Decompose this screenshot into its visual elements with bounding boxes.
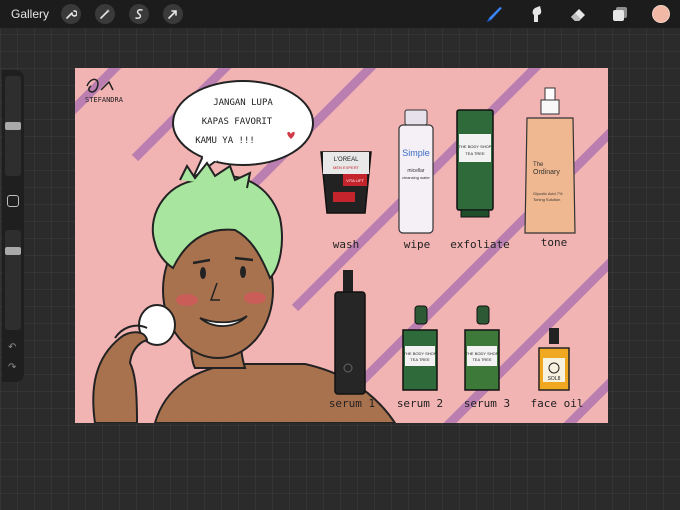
label-exfoliate: exfoliate [450, 238, 510, 251]
speech-bubble: JANGAN LUPA KAPAS FAVORIT KAMU YA !!! [172, 80, 314, 179]
selection-icon[interactable] [129, 4, 150, 24]
label-serum-1: serum 1 [329, 397, 375, 410]
serum-3-line: TEA TREE [472, 357, 492, 362]
product-serum-3: THE BODY SHOP TEA TREE serum 3 [464, 305, 510, 410]
opacity-slider[interactable] [5, 230, 21, 330]
opacity-thumb[interactable] [5, 246, 21, 255]
exfoliate-line: TEA TREE [465, 151, 485, 156]
label-serum-3: serum 3 [464, 397, 510, 410]
layers-icon[interactable] [610, 4, 630, 24]
wipe-brand: Simple [402, 148, 430, 158]
serum-2-brand: THE BODY SHOP [404, 351, 437, 356]
label-tone: tone [541, 236, 568, 249]
magic-wand-icon[interactable] [95, 4, 116, 24]
drawing-canvas[interactable]: STEFANDRA JANGAN LUPA KAPAS FAVORIT KAMU… [75, 68, 608, 423]
wash-line: MEN EXPERT [333, 165, 359, 170]
product-serum-2: THE BODY SHOP TEA TREE serum 2 [397, 305, 443, 410]
wash-brand: L'OREAL [334, 157, 359, 163]
tone-product-2: Toning Solution [533, 197, 560, 202]
tone-product-1: Glycolic Acid 7% [533, 191, 563, 196]
transform-arrow-icon[interactable] [163, 4, 184, 24]
product-serum-1: serum 1 [329, 270, 375, 410]
undo-icon[interactable]: ↶ [8, 342, 16, 353]
bubble-line-2: KAPAS FAVORIT [202, 117, 273, 127]
wipe-type: micellar [407, 168, 425, 174]
product-wipe: Simple micellar cleansing water wipe [398, 109, 434, 251]
bubble-line-3: KAMU YA !!! [195, 136, 255, 146]
bubble-line-1: JANGAN LUPA [213, 98, 273, 108]
brush-icon[interactable] [484, 4, 504, 24]
exfoliate-brand: THE BODY SHOP [459, 144, 492, 149]
label-serum-2: serum 2 [397, 397, 443, 410]
gallery-button[interactable]: Gallery [11, 7, 49, 21]
wash-variant: VITA LIFT [346, 178, 364, 183]
modify-button[interactable] [7, 195, 19, 207]
top-toolbar: Gallery [0, 0, 680, 28]
serum-2-line: TEA TREE [410, 357, 430, 362]
face-oil-brand: SOL8 [548, 376, 561, 382]
signature-text: STEFANDRA [85, 96, 124, 104]
label-wipe: wipe [404, 238, 431, 251]
color-picker-swatch[interactable] [652, 5, 670, 23]
product-tone: The Ordinary Glycolic Acid 7% Toning Sol… [524, 87, 576, 249]
wipe-desc: cleansing water [402, 175, 430, 180]
label-face-oil: face oil [531, 397, 584, 410]
product-exfoliate: THE BODY SHOP TEA TREE exfoliate [450, 109, 510, 251]
eraser-icon[interactable] [568, 4, 588, 24]
smudge-icon[interactable] [526, 4, 546, 24]
brush-size-thumb[interactable] [5, 122, 21, 130]
serum-3-brand: THE BODY SHOP [466, 351, 499, 356]
tone-brand-2: Ordinary [533, 169, 560, 176]
tone-brand-1: The [533, 162, 544, 168]
left-sidebar: ↶ ↷ [2, 70, 24, 382]
label-wash: wash [333, 238, 360, 251]
redo-icon[interactable]: ↷ [8, 362, 16, 373]
wrench-icon[interactable] [61, 4, 82, 24]
